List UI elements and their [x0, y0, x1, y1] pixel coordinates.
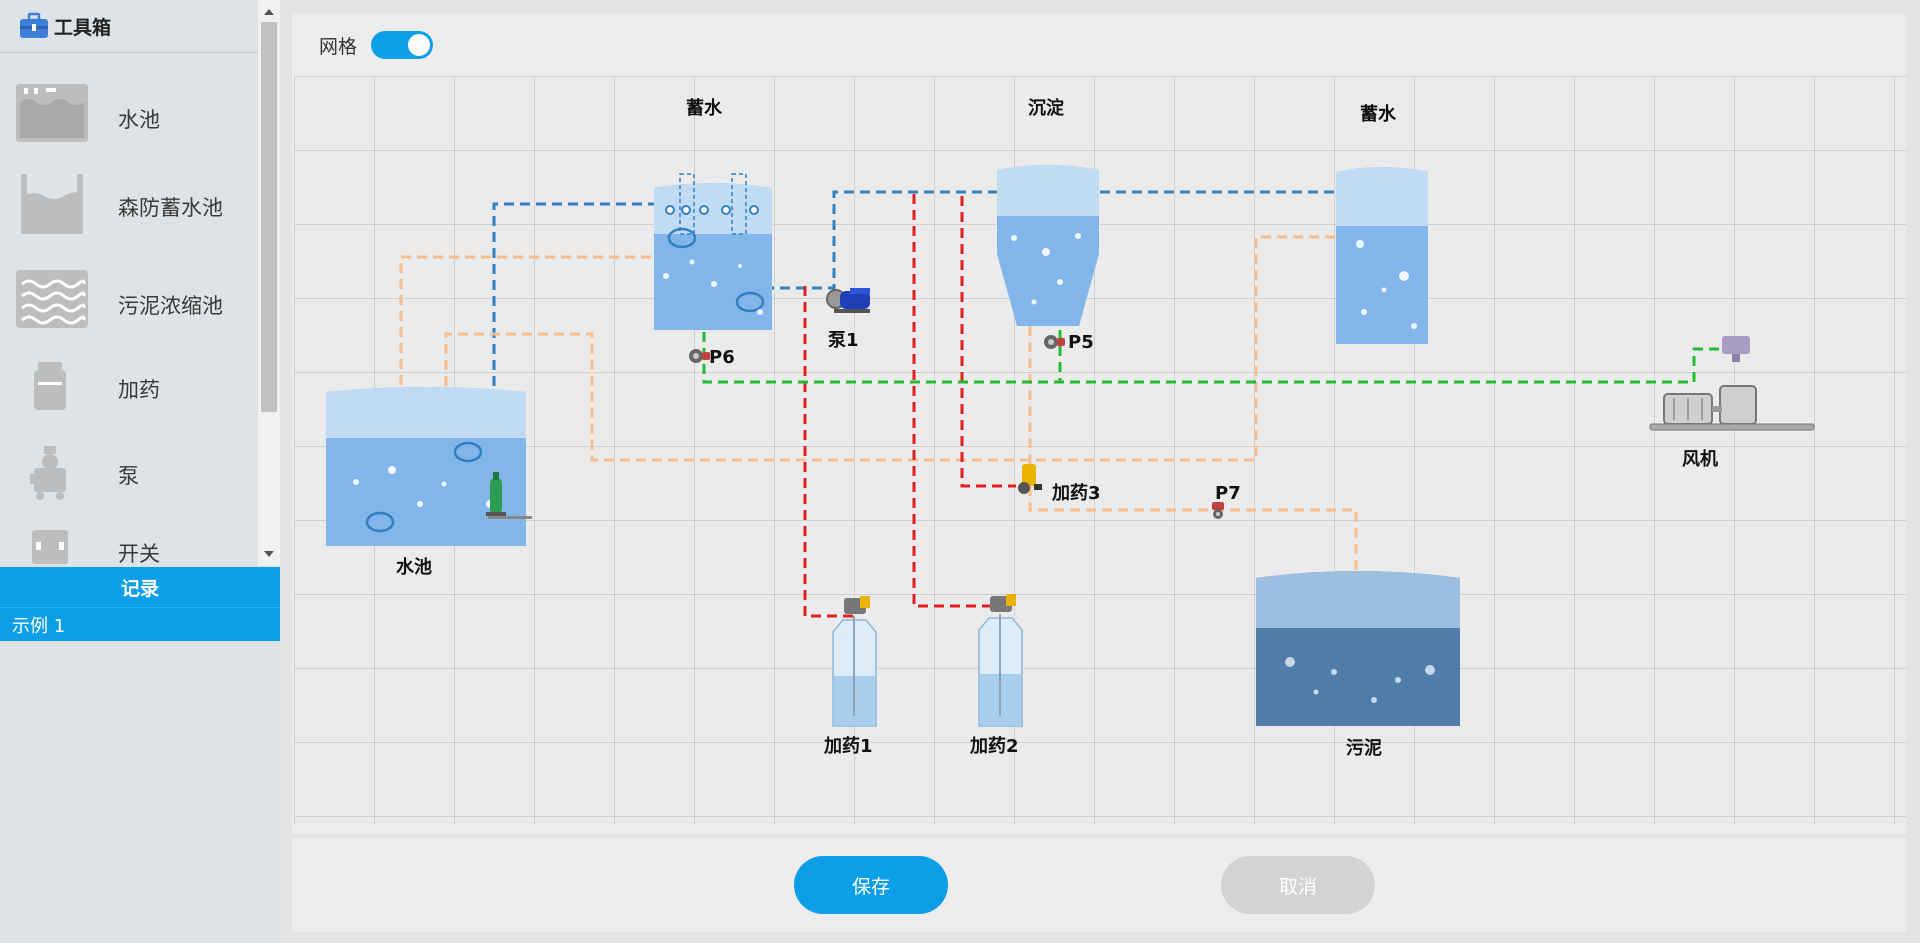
label-dosing1: 加药1 [823, 735, 873, 757]
pool-tank[interactable] [326, 387, 532, 546]
label-dosing3: 加药3 [1051, 482, 1101, 504]
tool-item-dosing[interactable]: 加药 [0, 362, 258, 442]
blower-icon[interactable] [1649, 336, 1815, 431]
sidebar: 工具箱 水池 森防蓄水池 污泥浓缩池 加药 泵 开关 记录 示例 1 [0, 0, 280, 943]
valve-p6-icon[interactable] [689, 349, 710, 363]
footer: 保存 取消 [292, 838, 1906, 932]
sedimentation-tank[interactable] [997, 165, 1099, 326]
tool-item-switch[interactable]: 开关 [0, 526, 258, 566]
tool-list: 水池 森防蓄水池 污泥浓缩池 加药 泵 开关 [0, 56, 258, 566]
toolbox-icon [20, 12, 48, 38]
toggle-knob [408, 34, 431, 56]
tool-label-pump: 泵 [118, 464, 139, 488]
tool-item-sludge-thickener[interactable]: 污泥浓缩池 [0, 268, 258, 348]
label-p6: P6 [709, 347, 735, 368]
valve-p5-icon[interactable] [1044, 335, 1065, 349]
label-storage1: 蓄水 [686, 97, 723, 119]
orange-pipe-3 [1028, 326, 1358, 586]
blue-pipes [492, 190, 1354, 466]
switch-icon [32, 530, 68, 564]
scroll-down-icon[interactable] [264, 551, 274, 557]
tool-label-sludge-thickener: 污泥浓缩池 [118, 294, 223, 318]
red-pipes [803, 194, 1016, 618]
grid-toggle-switch[interactable] [371, 31, 434, 59]
orange-pipe-2 [444, 235, 1349, 462]
orange-pipe-1 [399, 255, 666, 401]
tool-label-switch: 开关 [118, 542, 160, 566]
app: 工具箱 水池 森防蓄水池 污泥浓缩池 加药 泵 开关 记录 示例 1 网格 蓄水… [0, 0, 1920, 943]
scroll-thumb[interactable] [261, 22, 277, 412]
dosing-icon [34, 362, 66, 410]
storage-tank-1[interactable] [654, 173, 772, 330]
save-button[interactable]: 保存 [794, 856, 948, 914]
dosing-tank-2[interactable] [978, 594, 1023, 727]
tool-item-pool[interactable]: 水池 [0, 82, 258, 162]
label-sedimentation: 沉淀 [1028, 97, 1065, 119]
diagram-svg: 蓄水 沉淀 蓄水 水池 泵1 P6 P5 P7 加药3 加药1 加药2 风机 污… [326, 97, 1815, 759]
tool-label-dosing: 加药 [118, 378, 160, 402]
pump-icon [30, 446, 66, 500]
tool-label-reservoir: 森防蓄水池 [118, 196, 223, 220]
sludge-tank[interactable] [1256, 571, 1460, 726]
tool-label-pool: 水池 [118, 108, 160, 132]
label-p5: P5 [1068, 332, 1094, 353]
red-pipe-dosing2 [912, 194, 1000, 608]
label-storage2: 蓄水 [1360, 103, 1397, 125]
label-p7: P7 [1215, 483, 1241, 504]
label-blower: 风机 [1682, 449, 1718, 470]
label-dosing2: 加药2 [969, 735, 1019, 757]
tool-item-pump[interactable]: 泵 [0, 446, 258, 526]
records-header: 记录 [0, 567, 280, 607]
pool-icon [16, 84, 88, 142]
grid-toggle-row: 网格 [292, 14, 692, 76]
orange-pipes [399, 235, 1358, 586]
toolbox-header: 工具箱 [0, 0, 258, 53]
label-sludge: 污泥 [1346, 737, 1382, 759]
sludge-thickener-icon [16, 270, 88, 328]
sidebar-scrollbar[interactable] [258, 0, 280, 566]
grid-label: 网格 [319, 35, 358, 58]
tool-item-reservoir[interactable]: 森防蓄水池 [0, 172, 258, 252]
scroll-up-icon[interactable] [264, 9, 274, 15]
reservoir-icon [21, 174, 83, 234]
cancel-button[interactable]: 取消 [1221, 856, 1375, 914]
label-pump1: 泵1 [828, 330, 859, 351]
storage-tank-2[interactable] [1336, 167, 1428, 344]
record-item[interactable]: 示例 1 [0, 607, 280, 641]
main-panel: 网格 蓄水 沉淀 蓄水 水池 泵1 P6 P5 P7 加药3 加药1 加药2 风… [292, 14, 1906, 834]
pump1-icon[interactable] [826, 288, 870, 313]
dosing-tank-1[interactable] [832, 596, 877, 727]
toolbox-title: 工具箱 [54, 16, 112, 39]
label-pool: 水池 [396, 556, 432, 578]
diagram-canvas[interactable]: 蓄水 沉淀 蓄水 水池 泵1 P6 P5 P7 加药3 加药1 加药2 风机 污… [294, 76, 1906, 824]
